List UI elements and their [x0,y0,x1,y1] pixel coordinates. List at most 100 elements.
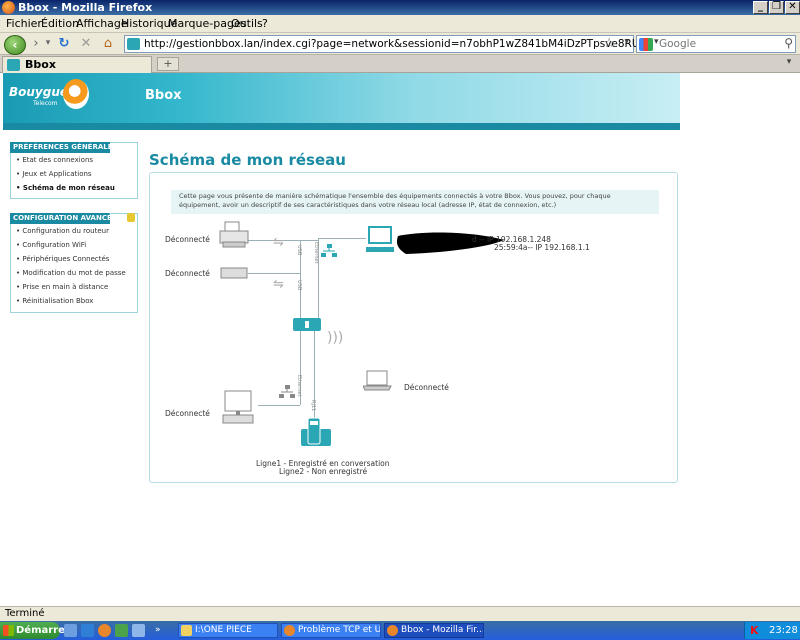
sidebar-item-schema-reseau[interactable]: • Schéma de mon réseau [16,184,115,192]
window-title-bar[interactable]: Bbox - Mozilla Firefox _ ❐ ✕ [0,0,800,15]
ethernet-label: Ethernet [313,242,319,264]
task-probleme-tcp[interactable]: Problème TCP et U... [281,623,381,638]
sidebar-item-peripheriques[interactable]: • Périphériques Connectés [16,255,109,263]
sidebar-item-etat-connexions[interactable]: • Etat des connexions [16,156,93,164]
firefox-task-icon-2 [387,625,398,636]
reload-button[interactable]: ↻ [56,36,72,51]
usb-storage-icon[interactable] [220,266,248,280]
desktop-pc-icon[interactable] [222,390,256,426]
url-bar[interactable]: http://gestionbbox.lan/index.cgi?page=ne… [124,35,672,53]
system-tray: K 23:28 [744,622,800,639]
search-icon[interactable]: ⚲ [784,36,793,50]
tab-label: Bbox [25,58,56,71]
task-label-bbox: Bbox - Mozilla Fir... [401,625,484,635]
network-symbol-icon [321,244,337,257]
url-text[interactable]: http://gestionbbox.lan/index.cgi?page=ne… [144,38,672,50]
banner-title: Bbox [145,88,182,103]
site-favicon-icon [127,38,140,50]
google-icon[interactable] [639,38,653,51]
usb-label-1: USB [296,245,302,256]
wifi-signal-icon: ))) [327,330,344,346]
status-bar: Terminé [0,606,800,621]
sidebar-item-config-routeur[interactable]: • Configuration du routeur [16,227,109,235]
sidebar-item-reinitialisation[interactable]: • Réinitialisation Bbox [16,297,93,305]
menu-help[interactable]: ? [262,17,268,30]
printer-status: Déconnecté [165,235,210,244]
task-one-piece[interactable]: I:\ONE PIECE [178,623,278,638]
firefox-task-icon [284,625,295,636]
sidebar-item-jeux-applications[interactable]: • Jeux et Applications [16,170,92,178]
tab-list-dropdown-icon[interactable]: ▾ [782,57,796,71]
menu-fichier[interactable]: Fichier [6,17,42,30]
history-dropdown-icon[interactable]: ▾ [40,36,56,51]
sidebar-item-prise-en-main[interactable]: • Prise en main à distance [16,283,108,291]
search-engine-dropdown-icon[interactable]: ▾ [654,37,659,47]
url-dropdown-icon[interactable]: ▾ [624,37,629,47]
bouygues-logo-icon [63,79,89,109]
usb-label-2: USB [296,280,302,291]
clock[interactable]: 23:28 [769,622,798,639]
printer-icon[interactable] [219,221,249,249]
task-label-probleme-tcp: Problème TCP et U... [298,625,381,635]
stop-button[interactable]: ✕ [78,36,94,51]
page-description: Cette page vous présente de manière sché… [171,190,659,214]
search-input[interactable] [659,37,779,51]
tab-bar: Bbox + ▾ [0,55,800,73]
tab-bbox[interactable]: Bbox [2,56,152,73]
bbox-router-icon[interactable] [293,318,321,331]
minimize-button[interactable]: _ [753,1,768,14]
home-button[interactable]: ⌂ [100,36,116,51]
sidebar-advanced-heading: CONFIGURATION AVANCÉE [10,213,117,224]
pc-info-line-2: 25:59:4a-- IP 192.168.1.1 [494,243,590,252]
phone-line-label: RJ11 [310,400,316,412]
usb-device-status: Déconnecté [165,269,210,278]
laptop-status: Déconnecté [404,383,449,392]
quicklaunch-explorer-icon[interactable] [132,624,145,637]
quicklaunch-firefox-icon[interactable] [98,624,111,637]
network-diagram-panel [149,172,678,483]
bookmark-star-icon[interactable]: ☆ [603,36,615,51]
banner-divider [3,123,680,130]
quicklaunch-desktop-icon[interactable] [64,624,77,637]
firefox-icon [2,1,15,14]
ethernet-label-2: Ethernet [296,375,302,397]
network-symbol-icon-2 [279,385,295,398]
tab-favicon-icon [7,59,20,71]
window-title: Bbox - Mozilla Firefox [18,1,153,14]
menu-edition[interactable]: Édition [41,17,79,30]
sidebar-item-mot-de-passe[interactable]: • Modification du mot de passe [16,269,126,277]
desktop-link-line [258,405,300,406]
lock-icon [127,213,135,222]
start-label: Démarrer [16,625,70,636]
usb-symbol-icon-1: ⇋ [273,235,284,250]
sidebar-general-box: PRÉFÉRENCES GÉNÉRALES • Etat des connexi… [10,142,138,199]
new-tab-button[interactable]: + [157,57,179,71]
task-label-one-piece: I:\ONE PIECE [195,625,252,635]
start-button[interactable]: Démarrer [0,622,70,639]
folder-icon [181,625,192,636]
quicklaunch-app-icon[interactable] [115,624,128,637]
maximize-button[interactable]: ❐ [769,1,784,14]
kaspersky-icon[interactable]: K [750,622,759,639]
phone-icon[interactable] [301,417,331,447]
usb-symbol-icon-2: ⇋ [273,277,284,292]
sidebar-advanced-box: CONFIGURATION AVANCÉE • Configuration du… [10,213,138,313]
quicklaunch-ie-icon[interactable] [81,624,94,637]
task-bbox-firefox[interactable]: Bbox - Mozilla Fir... [384,623,484,638]
quicklaunch-more-icon[interactable]: » [155,625,161,635]
phone-line-2-status: Ligne2 - Non enregistré [279,467,368,476]
menu-affichage[interactable]: Affichage [76,17,128,30]
page-title: Schéma de mon réseau [149,151,346,169]
menu-bar: Fichier Édition Affichage Historique Mar… [0,15,800,33]
usb-device-link-line [248,273,300,274]
navigation-toolbar: ‹ › ▾ ↻ ✕ ⌂ http://gestionbbox.lan/index… [0,33,800,55]
sidebar-item-config-wifi[interactable]: • Configuration WiFi [16,241,86,249]
search-bar[interactable]: ▾ ⚲ [636,35,796,53]
connected-pc-icon[interactable] [366,226,396,254]
close-button[interactable]: ✕ [785,1,800,14]
laptop-icon[interactable] [363,370,393,392]
sidebar-general-heading: PRÉFÉRENCES GÉNÉRALES [10,142,118,153]
pc-link-line [318,238,366,239]
back-button[interactable]: ‹ [4,35,26,55]
menu-outils[interactable]: Outils [231,17,263,30]
